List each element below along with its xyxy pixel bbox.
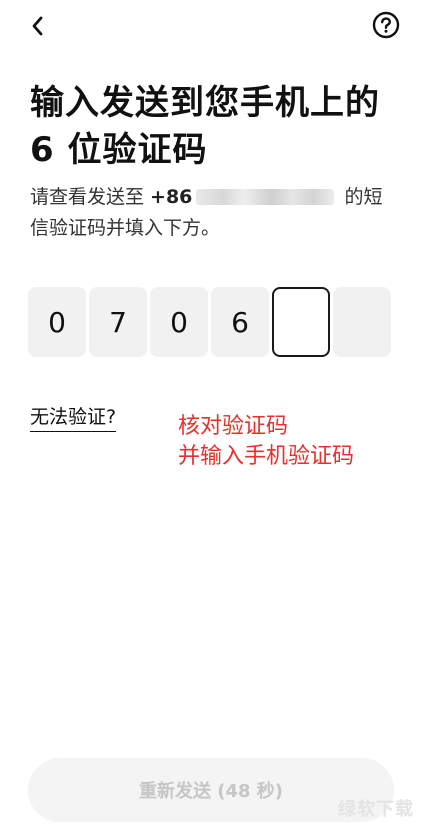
annotation-note: 核对验证码 并输入手机验证码 [178, 412, 354, 472]
code-digit-box[interactable]: 6 [211, 287, 269, 357]
code-digit-box[interactable] [272, 287, 330, 357]
question-circle-icon [372, 11, 400, 39]
instruction-text-before: 请查看发送至 [30, 186, 151, 208]
cant-verify-link[interactable]: 无法验证? [30, 404, 117, 432]
page-title: 输入发送到您手机上的 6 位验证码 [30, 83, 380, 170]
instruction-text: 请查看发送至 +86 的短信验证码并填入下方。 [30, 182, 398, 244]
annotation-line-2: 并输入手机验证码 [178, 444, 355, 469]
masked-phone-number [196, 189, 335, 205]
annotation-line-1: 核对验证码 [178, 414, 289, 439]
help-button[interactable] [370, 9, 402, 41]
code-digit-box[interactable]: 7 [89, 287, 147, 357]
verification-code-input[interactable]: 0 7 0 6 [28, 287, 394, 359]
chevron-left-icon [32, 16, 43, 36]
code-digit-box[interactable] [333, 287, 391, 357]
phone-country-code: +86 [150, 186, 193, 208]
watermark: 绿软下载 [338, 799, 414, 820]
code-digit-box[interactable]: 0 [150, 287, 208, 357]
top-bar [0, 0, 422, 52]
back-button[interactable] [22, 10, 54, 42]
code-digit-box[interactable]: 0 [28, 287, 86, 357]
